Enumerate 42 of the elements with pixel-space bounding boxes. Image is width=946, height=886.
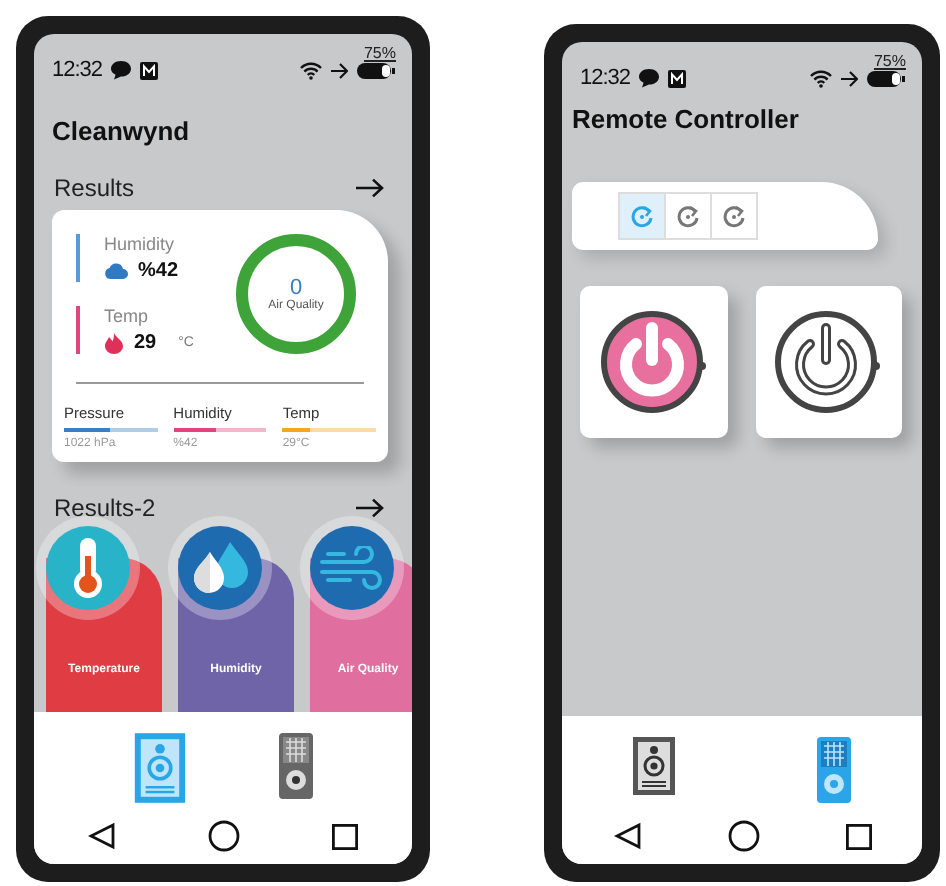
battery-icon bbox=[356, 62, 396, 80]
back-icon[interactable] bbox=[88, 822, 116, 850]
section-title: Results bbox=[54, 174, 135, 202]
reading-label: Humidity bbox=[104, 234, 177, 254]
wind-icon bbox=[320, 546, 384, 590]
arrow-right-icon[interactable] bbox=[356, 178, 384, 198]
mode-button[interactable] bbox=[710, 192, 758, 240]
chat-icon bbox=[110, 60, 133, 80]
reading-value: %42 bbox=[138, 260, 179, 282]
recents-icon[interactable] bbox=[332, 823, 358, 849]
m-icon bbox=[140, 61, 159, 79]
droplets-icon bbox=[190, 540, 250, 596]
refresh-icon bbox=[630, 204, 654, 228]
recents-icon[interactable] bbox=[845, 823, 871, 849]
remote-tab[interactable] bbox=[278, 732, 315, 804]
mode-button[interactable] bbox=[664, 192, 712, 240]
reading-value: 29 bbox=[134, 332, 157, 354]
battery-icon bbox=[866, 70, 906, 88]
wifi-icon bbox=[810, 69, 832, 87]
back-icon[interactable] bbox=[613, 822, 641, 850]
thermometer-icon bbox=[70, 536, 106, 600]
power-button[interactable] bbox=[755, 286, 902, 438]
app-title: Remote Controller bbox=[570, 102, 801, 134]
home-icon[interactable] bbox=[727, 820, 759, 852]
app-title: Cleanwynd bbox=[50, 114, 192, 146]
chat-icon bbox=[638, 68, 661, 88]
home-icon[interactable] bbox=[208, 820, 240, 852]
refresh-icon bbox=[676, 204, 700, 228]
battery-percent: 75% bbox=[873, 52, 906, 70]
m-icon bbox=[668, 69, 687, 87]
status-time: 12:32 bbox=[52, 58, 103, 82]
flame-icon bbox=[104, 332, 124, 354]
arrow-right-icon[interactable] bbox=[356, 498, 384, 518]
cloud-icon bbox=[104, 262, 128, 280]
air-quality-value: 0 bbox=[289, 276, 303, 300]
reading-label: Temp bbox=[104, 306, 151, 326]
section-title: Results-2 bbox=[54, 494, 156, 522]
wifi-icon bbox=[300, 61, 322, 79]
status-time: 12:32 bbox=[580, 66, 631, 90]
refresh-icon bbox=[722, 204, 746, 228]
battery-percent: 75% bbox=[363, 44, 396, 62]
power-button[interactable] bbox=[580, 286, 727, 438]
